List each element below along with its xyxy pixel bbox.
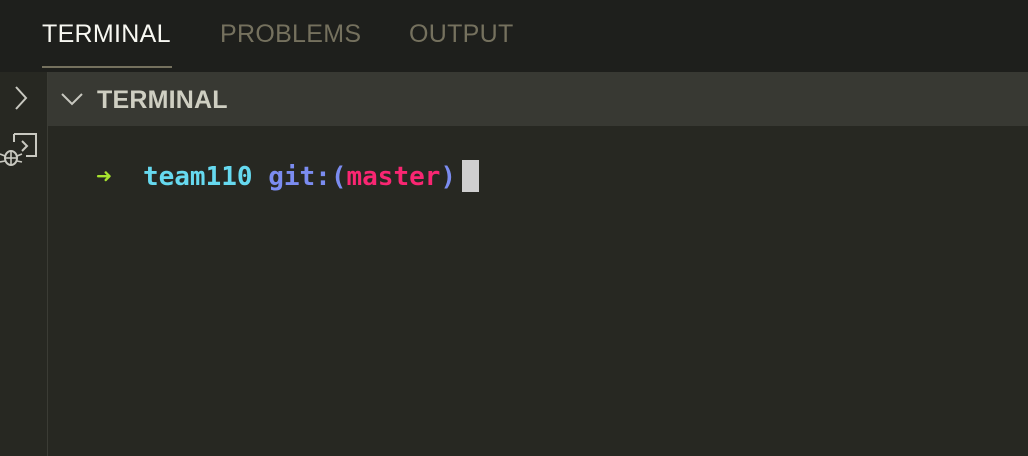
prompt-directory: team110: [142, 162, 253, 192]
section-title: TERMINAL: [97, 86, 228, 114]
terminal-prompt: ➜ team110 git:(master): [96, 159, 480, 195]
tab-terminal[interactable]: TERMINAL: [42, 0, 171, 68]
chevron-down-icon[interactable]: [60, 88, 84, 110]
debug-console-icon[interactable]: [0, 130, 40, 170]
tab-output[interactable]: OUTPUT: [409, 0, 514, 68]
prompt-git-suffix: ): [440, 162, 457, 192]
side-strip: [0, 72, 48, 456]
prompt-git-prefix: git:(: [268, 162, 347, 192]
terminal-section-header[interactable]: TERMINAL: [48, 72, 1028, 126]
prompt-branch: master: [346, 162, 441, 192]
chevron-right-icon[interactable]: [10, 84, 30, 112]
tab-problems[interactable]: PROBLEMS: [220, 0, 361, 68]
terminal-cursor: [462, 160, 480, 192]
terminal-body[interactable]: ➜ team110 git:(master): [48, 126, 1028, 456]
active-tab-indicator: [42, 66, 172, 68]
prompt-arrow: ➜: [96, 162, 112, 192]
panel-tab-bar: TERMINAL PROBLEMS OUTPUT: [0, 0, 1028, 72]
